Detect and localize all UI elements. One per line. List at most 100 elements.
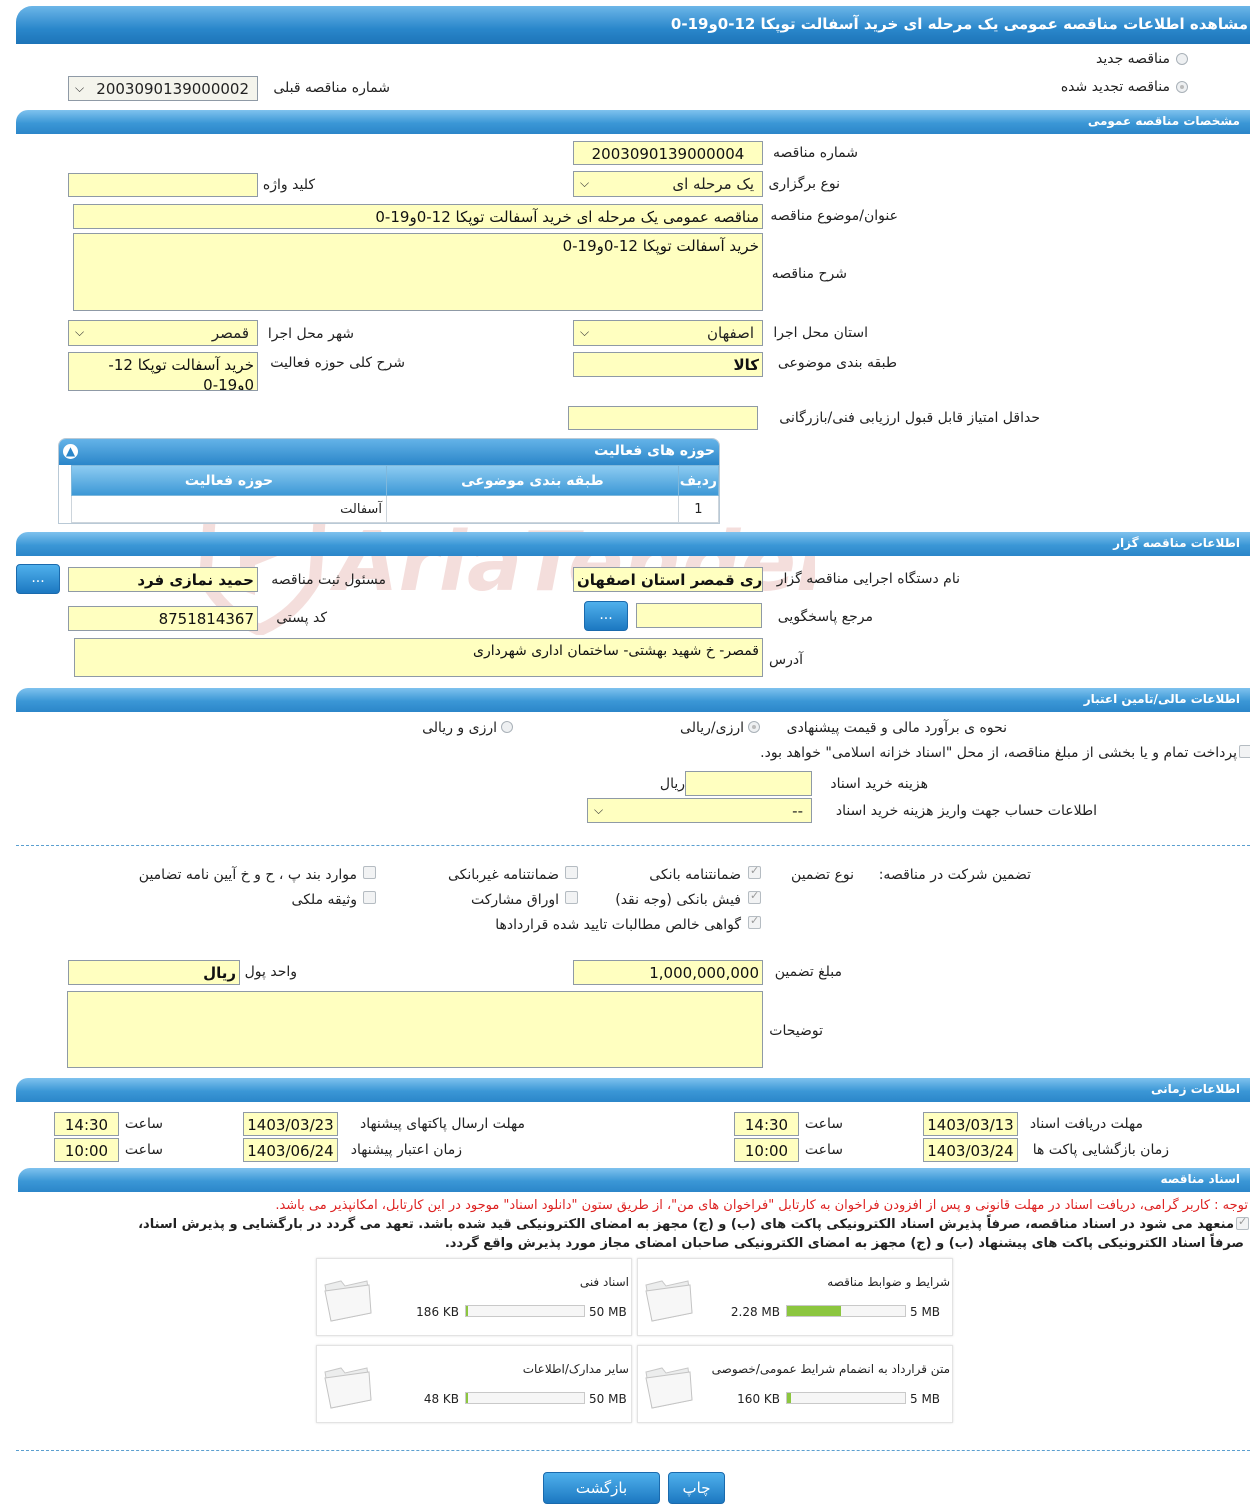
chevron-down-icon: ⌵ xyxy=(580,176,590,190)
doc-tile-other[interactable]: سایر مدارک/اطلاعات 48 KB 50 MB xyxy=(316,1345,632,1423)
bonds-checkbox[interactable] xyxy=(565,891,578,904)
officer-lookup-button[interactable]: ... xyxy=(16,564,60,594)
min-score-field[interactable] xyxy=(568,406,758,430)
doc-cost-label: هزینه خرید اسناد xyxy=(830,776,928,792)
collapse-icon[interactable]: ▲ xyxy=(63,444,78,459)
doc-max-size: 5 MB xyxy=(910,1305,941,1319)
officer-field[interactable]: حمید نمازی فرد xyxy=(68,567,258,592)
city-select[interactable]: ⌵ قمصر xyxy=(68,320,258,346)
bank-receipt-checkbox[interactable] xyxy=(748,889,761,904)
svg-text:AriaTender.neT: AriaTender.neT xyxy=(329,515,815,610)
table-row: آسفالت 1 xyxy=(71,495,719,523)
section-header-documents: اسناد مناقصه xyxy=(18,1168,1250,1192)
commitment-checkbox[interactable] xyxy=(1236,1215,1249,1230)
doc-tile-technical[interactable]: اسناد فنی 186 KB 50 MB xyxy=(316,1258,632,1336)
bank-guarantee-checkbox[interactable] xyxy=(748,864,761,879)
folder-icon xyxy=(324,1367,372,1409)
address-field[interactable]: قمصر- خ شهید بهشتی- ساختمان اداری شهردار… xyxy=(74,638,763,677)
address-label: آدرس xyxy=(769,652,803,668)
section-header-organizer: اطلاعات مناقصه گزار xyxy=(16,532,1250,556)
activities-title: حوزه های فعالیت xyxy=(594,443,715,459)
radio-rial[interactable] xyxy=(748,721,760,733)
section-header-finance: اطلاعات مالی/تامین اعتبار xyxy=(16,688,1250,712)
print-button[interactable]: چاپ xyxy=(668,1472,725,1504)
bank-guarantee-label: ضمانتنامه بانکی xyxy=(649,867,741,883)
postal-field[interactable]: 8751814367 xyxy=(68,606,258,631)
notes-field[interactable] xyxy=(67,991,763,1068)
submit-deadline-date[interactable]: 1403/03/23 xyxy=(243,1112,338,1136)
chevron-down-icon: ⌵ xyxy=(580,325,590,339)
doc-tile-contract[interactable]: متن قرارداد به انضمام شرایط عمومی/خصوصی … xyxy=(637,1345,953,1423)
regulation-items-checkbox[interactable] xyxy=(363,866,376,879)
estimate-label: نحوه ی برآورد مالی و قیمت پیشنهادی xyxy=(786,720,1007,736)
doc-deadline-time[interactable]: 14:30 xyxy=(734,1112,799,1136)
nonbank-guarantee-checkbox[interactable] xyxy=(565,866,578,879)
cell-area: آسفالت xyxy=(71,495,387,523)
doc-size-bar xyxy=(465,1392,585,1404)
radio-new-tender[interactable] xyxy=(1176,53,1188,65)
method-select[interactable]: ⌵ یک مرحله ای xyxy=(573,171,763,197)
cell-row: 1 xyxy=(677,495,719,523)
opening-time-label: ساعت xyxy=(804,1142,843,1158)
receivables-checkbox[interactable] xyxy=(748,914,761,929)
validity-date[interactable]: 1403/06/24 xyxy=(243,1138,338,1162)
back-button[interactable]: بازگشت xyxy=(543,1472,660,1504)
doc-used-size: 2.28 MB xyxy=(730,1305,780,1319)
doc-size-fill xyxy=(466,1393,468,1403)
doc-size-fill xyxy=(466,1306,468,1316)
radio-fx-rial[interactable] xyxy=(501,721,513,733)
treasury-label: پرداخت تمام و یا بخشی از مبلغ مناقصه، از… xyxy=(760,745,1237,761)
validity-time[interactable]: 10:00 xyxy=(54,1138,119,1162)
amount-field[interactable]: 1,000,000,000 xyxy=(573,960,763,985)
tender-number-field[interactable]: 2003090139000004 xyxy=(573,141,763,165)
divider xyxy=(16,1450,1250,1451)
property-checkbox[interactable] xyxy=(363,891,376,904)
chevron-down-icon: ⌵ xyxy=(75,325,85,339)
method-label: نوع برگزاری xyxy=(768,176,840,192)
bonds-label: اوراق مشارکت xyxy=(470,892,559,908)
doc-cost-field[interactable] xyxy=(685,771,812,796)
radio-renewed-tender[interactable] xyxy=(1176,81,1188,93)
submit-deadline-time-label: ساعت xyxy=(124,1116,163,1132)
province-label: استان محل اجرا xyxy=(773,325,868,341)
doc-max-size: 50 MB xyxy=(589,1305,627,1319)
commitment-line1: منعهد می شود در اسناد مناقصه، صرفاً پذیر… xyxy=(138,1217,1234,1232)
description-field[interactable]: خرید آسفالت توپکا 12-0و19-0 xyxy=(73,233,763,311)
submit-deadline-time[interactable]: 14:30 xyxy=(54,1112,119,1136)
min-score-label: حداقل امتیاز قابل قبول ارزیابی فنی/بازرگ… xyxy=(779,410,1040,426)
documents-notice: توجه : کاربر گرامی، دریافت اسناد در مهلت… xyxy=(275,1198,1248,1213)
opening-time[interactable]: 10:00 xyxy=(734,1138,799,1162)
subject-field[interactable]: مناقصه عمومی یک مرحله ای خرید آسفالت توپ… xyxy=(73,204,763,229)
keyword-label: کلید واژه xyxy=(262,177,315,193)
currency-field[interactable]: ریال xyxy=(68,960,240,985)
doc-deadline-date[interactable]: 1403/03/13 xyxy=(923,1112,1018,1136)
account-select[interactable]: ⌵ -- xyxy=(587,798,812,823)
opening-date[interactable]: 1403/03/24 xyxy=(923,1138,1018,1162)
receivables-label: گواهی خالص مطالبات تایید شده قراردادها xyxy=(495,917,741,933)
nonbank-guarantee-label: ضمانتنامه غیربانکی xyxy=(447,867,559,883)
section-header-general: مشخصات مناقصه عمومی xyxy=(16,110,1250,134)
activity-desc-field[interactable]: خرید آسفالت توپکا 12-0و19-0 xyxy=(68,352,258,391)
treasury-checkbox[interactable] xyxy=(1239,745,1250,758)
ref-field[interactable] xyxy=(636,603,762,628)
notes-label: توضیحات xyxy=(769,1023,823,1039)
province-select[interactable]: ⌵ اصفهان xyxy=(573,320,763,346)
folder-icon xyxy=(324,1280,372,1322)
prev-number-select[interactable]: ⌵ 2003090139000002 xyxy=(68,76,258,101)
regulation-items-label: موارد بند پ ، ح و خ آیین نامه تضامین xyxy=(138,867,357,883)
amount-label: مبلغ تضمین xyxy=(774,964,842,980)
doc-tile-conditions[interactable]: شرایط و ضوابط مناقصه 2.28 MB 5 MB xyxy=(637,1258,953,1336)
page-title: مشاهده اطلاعات مناقصه عمومی یک مرحله ای … xyxy=(670,15,1248,33)
doc-title: سایر مدارک/اطلاعات xyxy=(522,1362,629,1376)
doc-size-bar xyxy=(786,1392,906,1404)
category-field[interactable]: کالا xyxy=(573,352,763,377)
doc-title: شرایط و ضوابط مناقصه xyxy=(827,1275,950,1289)
commitment-line2: صرفاً اسناد الکترونیکی پاکت های پیشنهاد … xyxy=(444,1236,1244,1251)
ref-lookup-button[interactable]: ... xyxy=(584,601,628,631)
keyword-field[interactable] xyxy=(68,173,258,197)
cell-category xyxy=(385,495,679,523)
doc-size-fill xyxy=(787,1306,841,1316)
account-label: اطلاعات حساب جهت واریز هزینه خرید اسناد xyxy=(835,803,1097,819)
title-bar: مشاهده اطلاعات مناقصه عمومی یک مرحله ای … xyxy=(16,6,1250,44)
org-field[interactable]: شهرداری قمصر استان اصفهان xyxy=(573,567,763,592)
